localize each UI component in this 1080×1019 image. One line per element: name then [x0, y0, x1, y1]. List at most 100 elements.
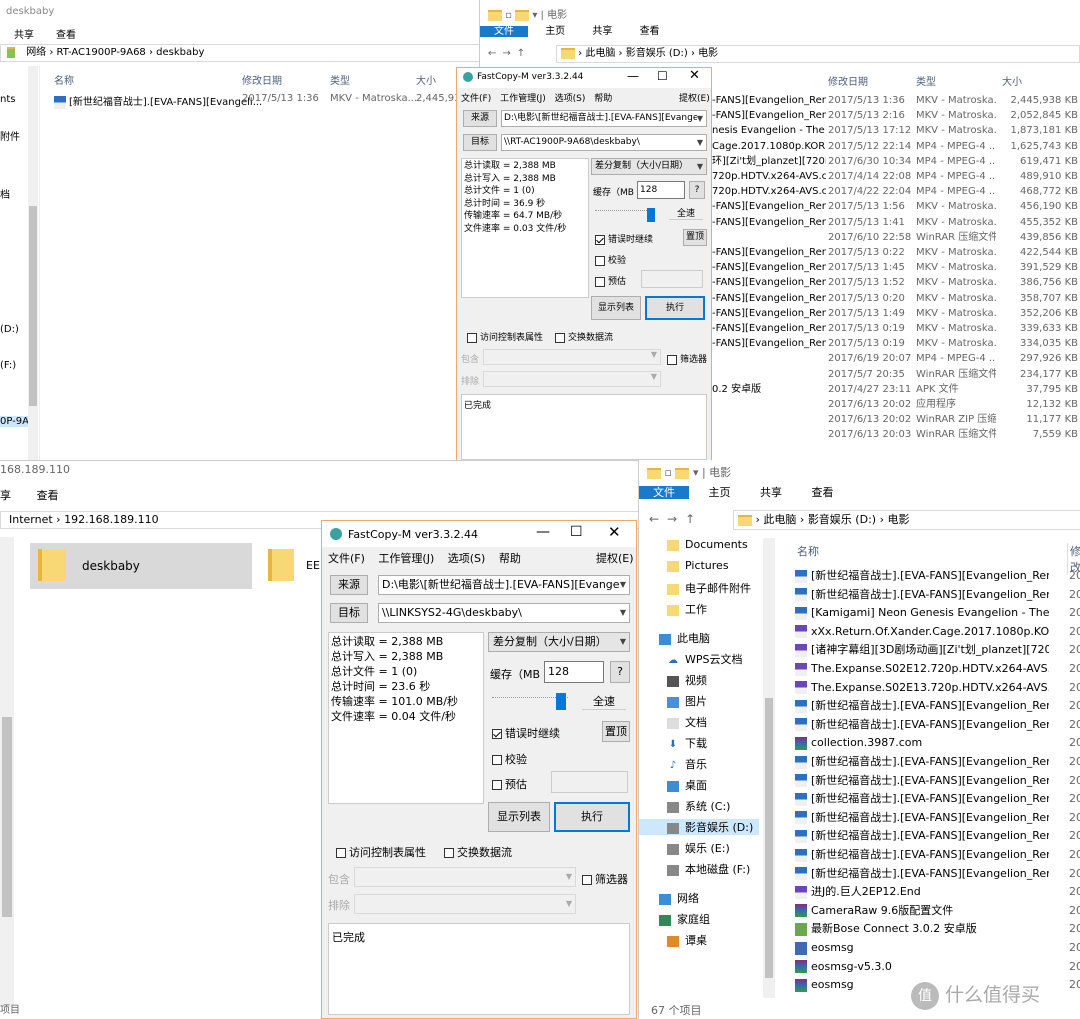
col-size[interactable]: 大小 [416, 72, 436, 87]
nav-item[interactable]: 此电脑 [659, 630, 710, 646]
estimate-checkbox[interactable]: 预估 [492, 776, 527, 792]
table-row[interactable]: -FANS][Evangelion_Ren... 2017/5/13 2:16 MK… [712, 108, 1080, 123]
folder-tile-deskbaby[interactable]: deskbaby [30, 543, 252, 589]
close-icon[interactable]: ✕ [608, 523, 621, 541]
table-row[interactable]: nesis Evangelion - The ... 2017/5/13 17:1… [712, 123, 1080, 138]
table-row[interactable]: -FANS][Evangelion_Ren... 2017/5/13 1:49 MK… [712, 306, 1080, 321]
stream-checkbox[interactable]: 交换数据流 [555, 330, 613, 343]
nav-buttons[interactable]: ←→↑ [649, 512, 703, 526]
tab-view[interactable]: 查看 [812, 486, 834, 499]
list-item[interactable]: The.Expanse.S02E13.720p.HDTV.x264-AVS.ch… [795, 679, 1080, 696]
table-row[interactable]: 720p.HDTV.x264-AVS.ch...2017/4/14 22:08 M… [712, 169, 1080, 184]
breadcrumb-pc[interactable]: 此电脑 [763, 513, 796, 526]
acl-checkbox[interactable]: 访问控制表属性 [336, 844, 426, 860]
list-item[interactable]: collection.3987.com 20 [795, 734, 1080, 751]
col-date[interactable]: 修改日期 [242, 72, 282, 87]
dest-button[interactable]: 目标 [330, 603, 368, 623]
table-row[interactable]: 0.2 安卓版 2017/4/27 23:11 APK 文件 37,795 KB [712, 382, 1080, 397]
copy-mode-select[interactable]: 差分复制（大小/日期） ▼ [488, 632, 630, 652]
table-row[interactable]: 2017/6/13 20:03 WinRAR 压缩文件 7,559 KB [712, 427, 1080, 442]
tab-share[interactable]: 共享 [592, 26, 612, 37]
table-row[interactable]: -FANS][Evangelion_Ren... 2017/5/13 0:22 MK… [712, 245, 1080, 260]
list-item[interactable]: [新世纪福音战士].[EVA-FANS][Evangelion_Ren... 20 [795, 697, 1080, 714]
nav-item[interactable]: 系统 (C:) [667, 798, 730, 814]
col-name[interactable]: 名称 [54, 72, 74, 87]
nav-item[interactable]: ☁ WPS云文档 [667, 651, 743, 667]
menu-file[interactable]: 文件(F) [461, 94, 491, 104]
nav-item[interactable]: 图片 [667, 693, 707, 709]
continue-on-error-checkbox[interactable]: 错误时继续 [595, 232, 653, 245]
table-row[interactable]: Cage.2017.1080p.KOR... 2017/5/12 22:14 MP4… [712, 139, 1080, 154]
breadcrumb-drive[interactable]: 影音娱乐 (D:) [626, 48, 688, 59]
table-row[interactable]: -FANS][Evangelion_Ren... 2017/5/13 1:56 MK… [712, 199, 1080, 214]
source-path[interactable]: D:\电影\[新世纪福音战士].[EVA-FANS][Evangel ▼ [378, 575, 630, 595]
tab-share[interactable]: 共享 [14, 30, 34, 41]
estimate-checkbox[interactable]: 预估 [595, 274, 626, 287]
copy-mode-select[interactable]: 差分复制（大小/日期） ▼ [591, 158, 707, 175]
col-type[interactable]: 类型 [330, 72, 350, 87]
verify-checkbox[interactable]: 校验 [492, 751, 527, 767]
list-item[interactable]: [新世纪福音战士].[EVA-FANS][Evangelion_Ren... 20 [795, 865, 1080, 882]
source-button[interactable]: 来源 [330, 575, 368, 595]
table-row[interactable]: -FANS][Evangelion_Ren... 2017/5/13 1:41 MK… [712, 215, 1080, 230]
list-item[interactable]: [新世纪福音战士].[EVA-FANS][Evangelion_Ren... 20 [795, 827, 1080, 844]
tab-view[interactable]: 查看 [640, 26, 660, 37]
source-button[interactable]: 来源 [463, 110, 497, 127]
execute-button[interactable]: 执行 [554, 802, 630, 832]
tab-home[interactable]: 主页 [709, 486, 731, 499]
dest-path[interactable]: \\RT-AC1900P-9A68\deskbaby\ ▼ [501, 134, 707, 151]
buffer-input[interactable]: 128 [544, 661, 604, 683]
table-row[interactable]: -FANS][Evangelion_Ren... 2017/5/13 0:20 MK… [712, 291, 1080, 306]
include-select[interactable]: ▼ [354, 867, 576, 887]
table-row[interactable]: -FANS][Evangelion_Ren... 2017/5/13 0:19 MK… [712, 336, 1080, 351]
col-name[interactable]: 名称 [797, 543, 819, 559]
list-item[interactable]: [新世纪福音战士].[EVA-FANS][Evangelion_Ren... 20 [795, 772, 1080, 789]
always-on-top-button[interactable]: 置顶 [602, 721, 630, 742]
buffer-input[interactable]: 128 [637, 181, 685, 199]
list-item[interactable]: eosmsg-v5.3.0 20 [795, 958, 1080, 975]
slider-thumb[interactable] [647, 208, 655, 222]
help-button[interactable]: ? [610, 661, 630, 683]
table-row[interactable]: 2017/6/19 20:07 MP4 - MPEG-4 ... 297,926 K… [712, 351, 1080, 366]
list-item[interactable]: [新世纪福音战士].[EVA-FANS][Evangelion_Ren... 20 [795, 586, 1080, 603]
sidebar-item[interactable]: nts [0, 94, 15, 105]
menu-elevate[interactable]: 提权(E) [679, 91, 710, 104]
include-select[interactable]: ▼ [483, 349, 661, 365]
speed-slider[interactable] [595, 210, 655, 216]
menu-elevate[interactable]: 提权(E) [596, 550, 634, 566]
address-bar[interactable]: › 此电脑 › 影音娱乐 (D:) › 电影 [733, 510, 1080, 530]
menu-help[interactable]: 帮助 [594, 94, 612, 104]
nav-item[interactable]: 影音娱乐 (D:) [639, 819, 759, 835]
list-item[interactable]: [新世纪福音战士].[EVA-FANS][Evangelion_Ren... 20 [795, 790, 1080, 807]
nav-item[interactable]: 本地磁盘 (F:) [667, 861, 750, 877]
sidebar-scrollbar[interactable] [28, 66, 38, 460]
nav-item[interactable]: 视频 [667, 672, 707, 688]
col-date[interactable]: 修改日期 [828, 73, 868, 88]
dest-button[interactable]: 目标 [463, 134, 497, 151]
tab-file[interactable]: 文件 [639, 486, 689, 499]
nav-item[interactable]: 谭桌 [667, 932, 707, 948]
list-item[interactable]: CameraRaw 9.6版配置文件 20 [795, 902, 1080, 919]
sidebar-item[interactable]: (F:) [0, 360, 16, 371]
breadcrumb-drive[interactable]: 影音娱乐 (D:) [808, 513, 876, 526]
col-size[interactable]: 大小 [1002, 73, 1022, 88]
breadcrumb-router[interactable]: RT-AC1900P-9A68 [57, 47, 146, 58]
folder-tile-ee[interactable]: EE [266, 543, 326, 589]
maximize-icon[interactable]: ☐ [570, 524, 583, 540]
nav-item[interactable]: ♪ 音乐 [667, 756, 707, 772]
sidebar-scrollbar[interactable] [0, 537, 14, 1007]
table-row[interactable]: 环][Zi't划_planzet][720P...2017/6/30 10:34… [712, 154, 1080, 169]
nav-item[interactable]: 娱乐 (E:) [667, 840, 730, 856]
slider-thumb[interactable] [556, 693, 566, 710]
tab-share[interactable]: 共享 [760, 486, 782, 499]
table-row[interactable]: 2017/6/10 22:58 WinRAR 压缩文件 439,856 KB [712, 230, 1080, 245]
col-type[interactable]: 类型 [916, 73, 936, 88]
nav-item[interactable]: Documents [667, 538, 748, 551]
list-item[interactable]: [新世纪福音战士].[EVA-FANS][Evangelion_Ren... 20 [795, 809, 1080, 826]
nav-item[interactable]: ⬇ 下载 [667, 735, 707, 751]
filter-checkbox[interactable]: 筛选器 [667, 352, 707, 365]
nav-item[interactable]: 桌面 [667, 777, 707, 793]
table-row[interactable]: -FANS][Evangelion_Ren... 2017/5/13 1:45 MK… [712, 260, 1080, 275]
nav-item[interactable]: Pictures [667, 559, 729, 572]
tab-share[interactable]: 享 [0, 489, 11, 502]
